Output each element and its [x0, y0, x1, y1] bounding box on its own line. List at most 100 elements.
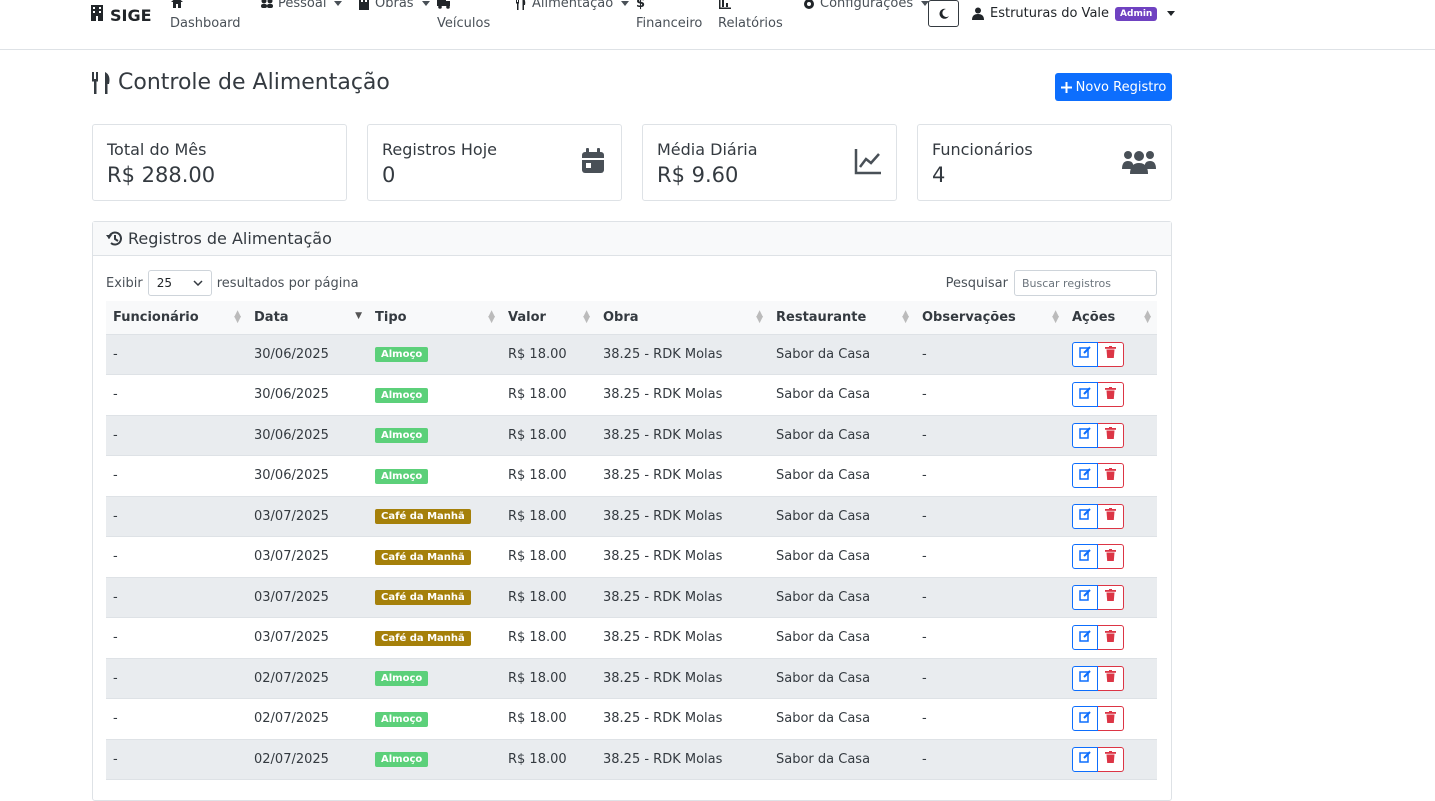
row-actions: [1072, 625, 1150, 651]
nav-financeiro-icon-wrap[interactable]: $: [636, 0, 645, 11]
edit-button[interactable]: [1072, 422, 1098, 448]
nav-alimentacao[interactable]: Alimentação: [514, 0, 630, 11]
column-header-data[interactable]: Data ▼: [247, 301, 368, 335]
edit-button[interactable]: [1072, 341, 1098, 367]
theme-toggle-button[interactable]: [928, 0, 959, 27]
edit-button[interactable]: [1072, 665, 1098, 691]
cell-observacoes: -: [915, 698, 1065, 740]
sort-icon: ▲ ▼: [902, 309, 909, 325]
cell-obra: 38.25 - RDK Molas: [596, 536, 769, 578]
cell-acoes: [1065, 617, 1157, 659]
nav-relatorios-icon-wrap[interactable]: [718, 0, 732, 10]
edit-button[interactable]: [1072, 625, 1098, 651]
nav-veiculos-icon-wrap[interactable]: [437, 0, 451, 10]
trash-icon: [1105, 751, 1116, 767]
edit-button[interactable]: [1072, 584, 1098, 610]
column-header-valor[interactable]: Valor ▲ ▼: [501, 301, 596, 335]
delete-button[interactable]: [1098, 341, 1124, 367]
column-header-observacoes[interactable]: Observações ▲ ▼: [915, 301, 1065, 335]
edit-icon: [1079, 468, 1091, 484]
user-menu[interactable]: Estruturas do Vale Admin: [972, 6, 1176, 21]
column-header-obra[interactable]: Obra ▲ ▼: [596, 301, 769, 335]
nav-relatorios[interactable]: Relatórios: [718, 16, 783, 31]
edit-button[interactable]: [1072, 706, 1098, 732]
cell-restaurante: Sabor da Casa: [769, 374, 915, 416]
delete-button[interactable]: [1098, 463, 1124, 489]
cell-restaurante: Sabor da Casa: [769, 334, 915, 375]
cell-funcionario: -: [106, 698, 247, 740]
user-icon: [972, 7, 984, 20]
admin-badge: Admin: [1115, 6, 1158, 21]
per-page-label: resultados por página: [216, 275, 359, 291]
column-header-restaurante[interactable]: Restaurante ▲ ▼: [769, 301, 915, 335]
edit-icon: [1079, 711, 1091, 727]
column-label: Ações: [1072, 309, 1116, 325]
trash-icon: [1105, 710, 1116, 727]
row-actions: [1072, 341, 1150, 367]
edit-button[interactable]: [1072, 544, 1098, 570]
table-row: -03/07/2025 Café da Manhã R$ 18.00 38.25 - …: [106, 496, 1157, 537]
delete-button[interactable]: [1098, 584, 1124, 610]
delete-button[interactable]: [1098, 382, 1124, 408]
delete-button[interactable]: [1098, 746, 1124, 772]
cell-funcionario: -: [106, 374, 247, 416]
table-row: -30/06/2025 Almoço R$ 18.00 38.25 - RDK Mol…: [106, 415, 1157, 456]
chevron-down-icon: [421, 1, 430, 6]
cell-valor: R$ 18.00: [501, 415, 596, 456]
row-actions: [1072, 422, 1150, 448]
column-label: Funcionário: [113, 309, 199, 325]
sort-icon: ▲ ▼: [1052, 309, 1059, 325]
meal-type-badge: Almoço: [375, 468, 429, 484]
cell-valor: R$ 18.00: [501, 374, 596, 416]
nav-dashboard[interactable]: Dashboard: [170, 16, 241, 31]
column-header-acoes[interactable]: Ações ▲ ▼: [1065, 301, 1157, 335]
page-size-select[interactable]: 25: [147, 270, 212, 296]
column-header-tipo[interactable]: Tipo ▲ ▼: [368, 301, 501, 335]
cell-observacoes: -: [915, 415, 1065, 456]
chevron-down-icon: [193, 280, 203, 286]
cell-funcionario: -: [106, 536, 247, 578]
column-header-funcionario[interactable]: Funcionário ▲ ▼: [106, 301, 247, 335]
cell-tipo: Almoço: [368, 334, 501, 375]
delete-button[interactable]: [1098, 422, 1124, 448]
top-navbar: SIGE Dashboard Pessoal Obras Veículos Al…: [0, 0, 1435, 50]
delete-button[interactable]: [1098, 706, 1124, 732]
search-input[interactable]: [1014, 270, 1157, 296]
nav-pessoal[interactable]: Pessoal: [260, 0, 343, 11]
nav-veiculos[interactable]: Veículos: [437, 16, 490, 31]
table-row: -30/06/2025 Almoço R$ 18.00 38.25 - RDK Mol…: [106, 455, 1157, 497]
delete-button[interactable]: [1098, 503, 1124, 529]
nav-obras[interactable]: Obras: [357, 0, 430, 11]
table-row: -30/06/2025 Almoço R$ 18.00 38.25 - RDK Mol…: [106, 374, 1157, 416]
edit-icon: [1079, 508, 1091, 524]
cell-restaurante: Sabor da Casa: [769, 536, 915, 578]
new-record-button[interactable]: Novo Registro: [1055, 73, 1172, 101]
cell-data: 30/06/2025: [247, 455, 368, 497]
cell-obra: 38.25 - RDK Molas: [596, 415, 769, 456]
cell-observacoes: -: [915, 617, 1065, 659]
delete-button[interactable]: [1098, 665, 1124, 691]
panel-title: Registros de Alimentação: [128, 229, 332, 248]
cell-funcionario: -: [106, 455, 247, 497]
delete-button[interactable]: [1098, 625, 1124, 651]
nav-configuracoes[interactable]: Configurações: [802, 0, 930, 11]
utensils-icon: [92, 71, 110, 94]
nav-financeiro[interactable]: Financeiro: [636, 16, 702, 31]
edit-button[interactable]: [1072, 503, 1098, 529]
brand[interactable]: SIGE: [90, 4, 152, 26]
nav-dashboard-icon-wrap[interactable]: [170, 0, 184, 10]
edit-button[interactable]: [1072, 746, 1098, 772]
column-label: Valor: [508, 309, 546, 325]
trash-icon: [1105, 346, 1116, 362]
edit-button[interactable]: [1072, 463, 1098, 489]
table-row: -30/06/2025 Almoço R$ 18.00 38.25 - RDK Mol…: [106, 334, 1157, 375]
cell-restaurante: Sabor da Casa: [769, 496, 915, 537]
delete-button[interactable]: [1098, 544, 1124, 570]
cell-restaurante: Sabor da Casa: [769, 658, 915, 699]
building-icon: [90, 4, 104, 26]
edit-button[interactable]: [1072, 382, 1098, 408]
cell-data: 03/07/2025: [247, 496, 368, 537]
cell-observacoes: -: [915, 536, 1065, 578]
cell-funcionario: -: [106, 617, 247, 659]
brand-label: SIGE: [110, 5, 152, 25]
